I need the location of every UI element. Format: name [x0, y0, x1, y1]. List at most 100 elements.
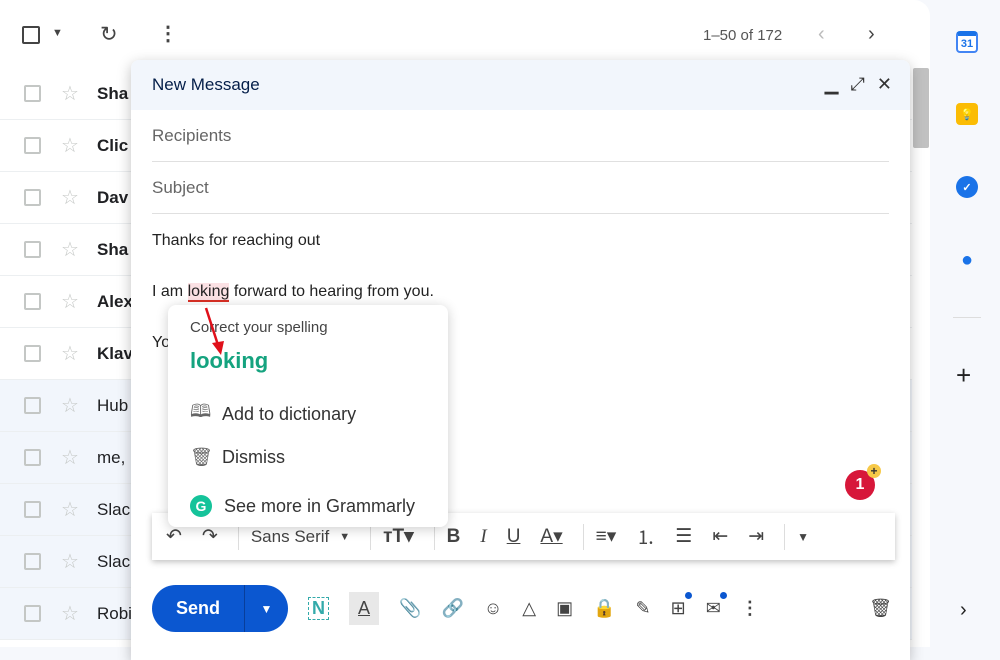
template-icon[interactable]: ⊞ — [671, 592, 692, 619]
right-sidebar — [930, 0, 1000, 647]
formatting-options-icon[interactable]: A — [349, 592, 380, 625]
star-icon[interactable]: ☆ — [61, 445, 79, 470]
font-select[interactable]: Sans Serif — [251, 527, 329, 547]
body-line-1: Thanks for reaching out — [152, 232, 321, 249]
bulleted-list-icon[interactable]: ☰ — [675, 525, 692, 548]
sender-name: Sha — [97, 83, 129, 103]
numbered-list-icon[interactable]: ⒈ — [636, 523, 655, 550]
more-formatting-icon[interactable]: ▼ — [797, 530, 809, 544]
row-checkbox[interactable] — [24, 501, 41, 518]
star-icon[interactable]: ☆ — [61, 237, 79, 262]
row-checkbox[interactable] — [24, 449, 41, 466]
divider — [953, 317, 981, 318]
trash-icon: 🗑 — [190, 447, 213, 467]
star-icon[interactable]: ☆ — [61, 341, 79, 366]
select-all-checkbox[interactable] — [22, 26, 40, 44]
undo-icon[interactable]: ↶ — [166, 525, 182, 548]
recipients-field[interactable]: Recipients — [152, 110, 889, 162]
tasks-icon[interactable]: ✓ — [956, 176, 978, 198]
more-options-icon[interactable]: ⋮ — [741, 598, 759, 619]
calendar-icon[interactable]: 31 — [956, 31, 978, 53]
text-color-icon[interactable]: A▾ — [540, 525, 562, 548]
text: I am — [152, 283, 188, 300]
sender-name: Klav — [97, 343, 133, 363]
dictionary-icon: 🕮 — [190, 401, 212, 421]
row-checkbox[interactable] — [24, 189, 41, 206]
row-checkbox[interactable] — [24, 293, 41, 310]
compose-actions: Send ▼ N A 📎 🔗 ☺ △ ▣ 🔒 ✎ ⊞ ✉ ⋮ 🗑 — [152, 585, 892, 632]
sender-name: Robi — [97, 603, 132, 623]
minimize-icon[interactable]: ▁ — [825, 74, 839, 95]
row-checkbox[interactable] — [24, 605, 41, 622]
underline-icon[interactable]: U — [507, 526, 521, 548]
close-icon[interactable]: ✕ — [877, 74, 892, 95]
emoji-icon[interactable]: ☺ — [484, 598, 502, 619]
label: Dismiss — [222, 447, 285, 467]
send-label: Send — [152, 585, 245, 632]
add-to-dictionary-button[interactable]: 🕮 Add to dictionary — [190, 399, 356, 429]
schedule-send-dropdown-icon[interactable]: ▼ — [245, 602, 288, 616]
star-icon[interactable]: ☆ — [61, 393, 79, 418]
row-checkbox[interactable] — [24, 345, 41, 362]
expand-sidebar-icon[interactable]: › — [960, 600, 967, 620]
row-checkbox[interactable] — [24, 137, 41, 154]
keep-icon[interactable]: 💡 — [956, 103, 978, 125]
dismiss-button[interactable]: 🗑 Dismiss — [190, 447, 285, 468]
scrollbar[interactable] — [913, 68, 929, 148]
row-checkbox[interactable] — [24, 85, 41, 102]
star-icon[interactable]: ☆ — [61, 497, 79, 522]
refresh-icon[interactable]: ↻ — [100, 24, 118, 45]
sender-name: Slac — [97, 499, 131, 519]
star-icon[interactable]: ☆ — [61, 601, 79, 626]
label: Add to dictionary — [222, 403, 357, 424]
bold-icon[interactable]: B — [447, 526, 461, 548]
text-size-icon[interactable]: тT▾ — [383, 525, 413, 548]
inbox-toolbar: ▼ ↻ ⋮ 1–50 of 172 ‹ › — [0, 14, 930, 58]
signature-icon[interactable]: ✎ — [636, 598, 651, 619]
row-checkbox[interactable] — [24, 397, 41, 414]
expand-icon[interactable]: ⤢ — [851, 74, 865, 95]
redo-icon[interactable]: ↷ — [202, 525, 218, 548]
indent-more-icon[interactable]: ⇥ — [748, 525, 764, 548]
discard-icon[interactable]: 🗑 — [869, 598, 892, 619]
row-checkbox[interactable] — [24, 553, 41, 570]
next-page-icon[interactable]: › — [868, 24, 875, 44]
see-more-grammarly-button[interactable]: G See more in Grammarly — [190, 495, 415, 517]
mail-tracker-icon[interactable]: ✉ — [706, 592, 727, 619]
grammarly-badge[interactable]: 1 — [845, 464, 881, 500]
confidential-icon[interactable]: 🔒 — [593, 598, 615, 619]
sender-name: Alex — [97, 291, 133, 311]
sender-name: Dav — [97, 187, 129, 207]
drive-icon[interactable]: △ — [522, 598, 536, 619]
star-icon[interactable]: ☆ — [61, 81, 79, 106]
star-icon[interactable]: ☆ — [61, 549, 79, 574]
more-icon[interactable]: ⋮ — [158, 24, 178, 44]
star-icon[interactable]: ☆ — [61, 133, 79, 158]
font-dropdown-icon[interactable]: ▼ — [339, 531, 350, 543]
misspelled-word[interactable]: loking — [187, 283, 230, 302]
label: See more in Grammarly — [224, 495, 416, 516]
link-icon[interactable]: 🔗 — [441, 598, 463, 619]
pagination-text: 1–50 of 172 — [703, 27, 783, 44]
sender-name: me, — [97, 447, 126, 467]
attach-icon[interactable]: 📎 — [399, 598, 421, 619]
subject-field[interactable]: Subject — [152, 162, 889, 214]
star-icon[interactable]: ☆ — [61, 289, 79, 314]
sender-name: Slac — [97, 551, 131, 571]
row-checkbox[interactable] — [24, 241, 41, 258]
photo-icon[interactable]: ▣ — [556, 598, 573, 619]
sender-name: Clic — [97, 135, 129, 155]
sender-name: Hub — [97, 395, 129, 415]
star-icon[interactable]: ☆ — [61, 185, 79, 210]
add-addon-icon[interactable]: + — [956, 362, 971, 388]
prev-page-icon[interactable]: ‹ — [818, 24, 825, 44]
contacts-icon[interactable]: ● — [956, 249, 978, 271]
indent-less-icon[interactable]: ⇤ — [712, 525, 728, 548]
sender-name: Sha — [97, 239, 129, 259]
notion-icon[interactable]: N — [308, 597, 329, 620]
select-dropdown-icon[interactable]: ▼ — [52, 28, 63, 39]
align-icon[interactable]: ≡▾ — [596, 525, 617, 548]
grammarly-logo-icon: G — [190, 495, 212, 517]
send-button[interactable]: Send ▼ — [152, 585, 288, 632]
italic-icon[interactable]: I — [480, 526, 486, 548]
